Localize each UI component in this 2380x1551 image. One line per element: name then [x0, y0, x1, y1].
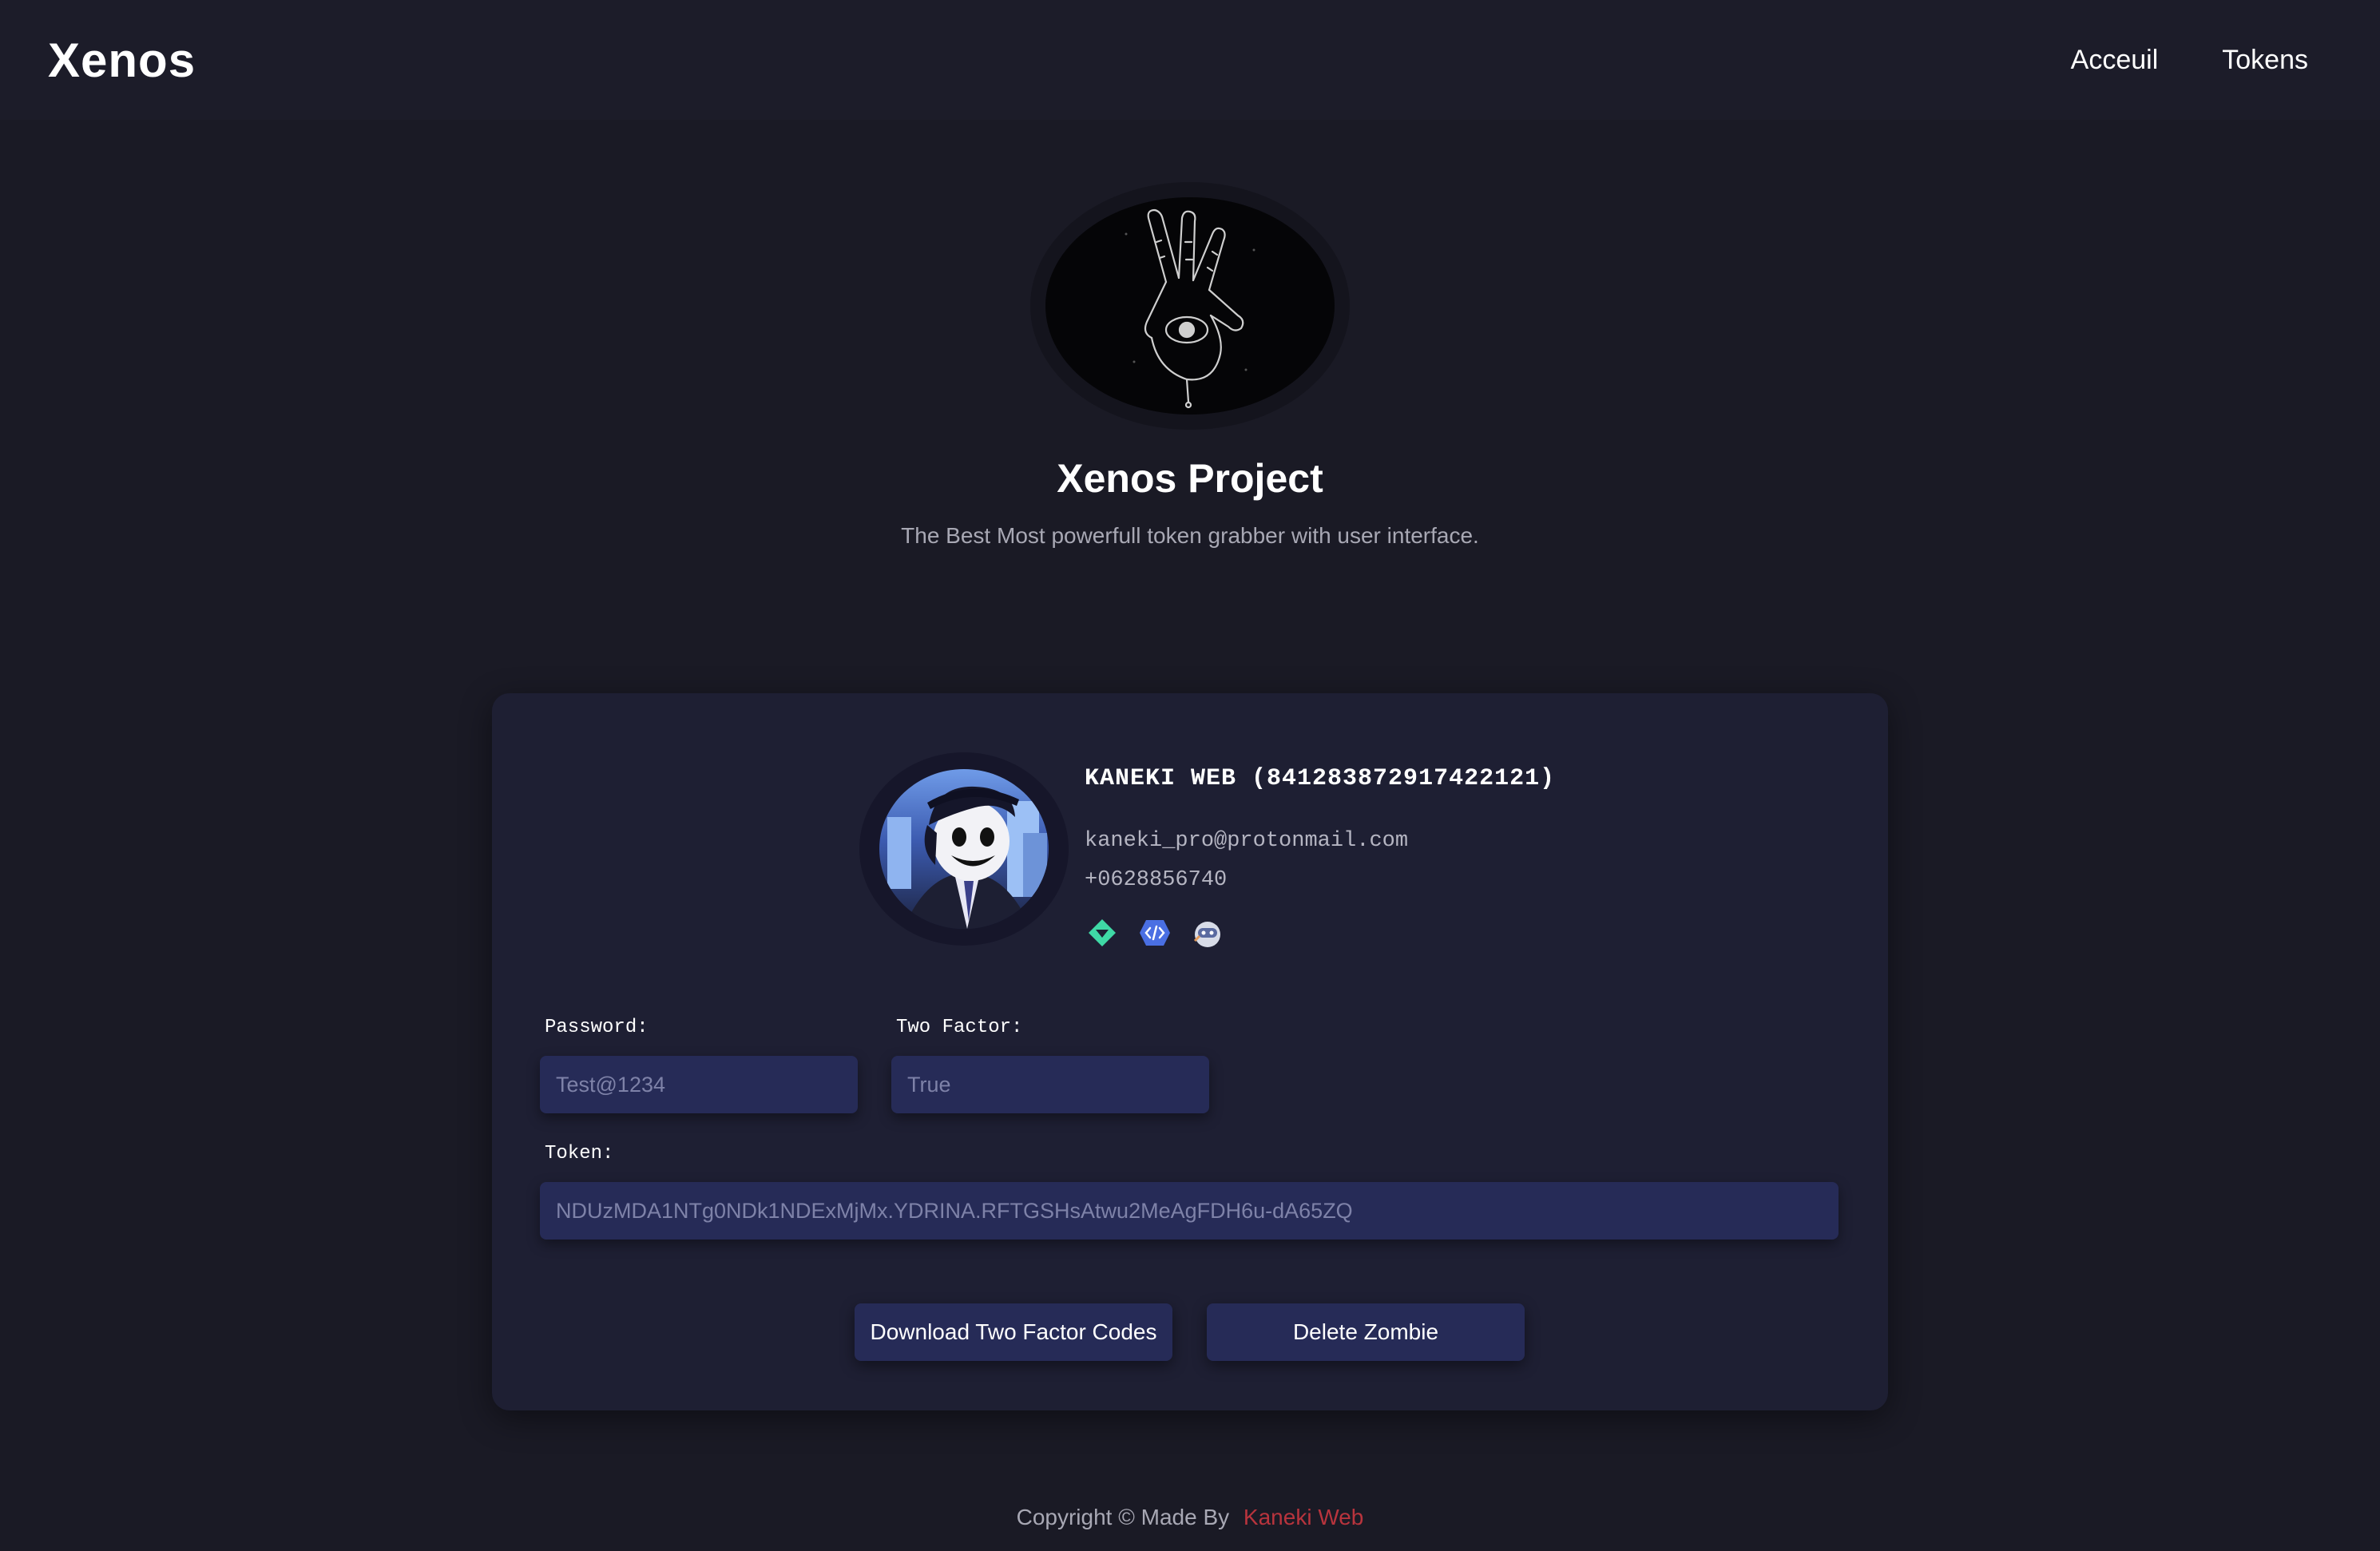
hypesquad-balance-icon	[1085, 915, 1120, 950]
zombie-card: KANEKI WEB (841283872917422121) kaneki_p…	[492, 693, 1888, 1410]
user-name: KANEKI WEB (841283872917422121)	[1085, 765, 1556, 792]
user-email: kaneki_pro@protonmail.com	[1085, 829, 1409, 853]
hero-title: Xenos Project	[1057, 456, 1323, 501]
bot-avatar-icon	[1190, 915, 1225, 950]
two-factor-label: Two Factor:	[896, 1017, 1023, 1038]
nav-links: Acceuil Tokens	[2071, 45, 2308, 76]
password-label: Password:	[545, 1017, 649, 1038]
brand-logo-text[interactable]: Xenos	[48, 33, 196, 88]
hand-eye-icon	[1045, 197, 1335, 415]
user-phone: +0628856740	[1085, 868, 1228, 892]
project-logo	[1030, 182, 1350, 430]
badge-list	[1085, 915, 1225, 950]
top-navbar: Xenos Acceuil Tokens	[0, 0, 2380, 120]
avatar-frame	[859, 752, 1069, 946]
delete-zombie-button[interactable]: Delete Zombie	[1207, 1303, 1525, 1361]
footer-copyright: Copyright © Made By	[1016, 1505, 1230, 1529]
nav-link-tokens[interactable]: Tokens	[2222, 45, 2308, 76]
download-two-factor-codes-button[interactable]: Download Two Factor Codes	[855, 1303, 1172, 1361]
footer: Copyright © Made By Kaneki Web	[0, 1505, 2380, 1530]
token-field[interactable]	[540, 1182, 1839, 1240]
two-factor-field[interactable]	[891, 1056, 1209, 1113]
anime-avatar	[879, 769, 1049, 929]
active-developer-icon	[1137, 915, 1172, 950]
password-field[interactable]	[540, 1056, 858, 1113]
footer-author-link[interactable]: Kaneki Web	[1244, 1505, 1363, 1529]
token-label: Token:	[545, 1143, 614, 1164]
nav-link-acceuil[interactable]: Acceuil	[2071, 45, 2159, 76]
hero-subtitle: The Best Most powerfull token grabber wi…	[901, 523, 1479, 548]
